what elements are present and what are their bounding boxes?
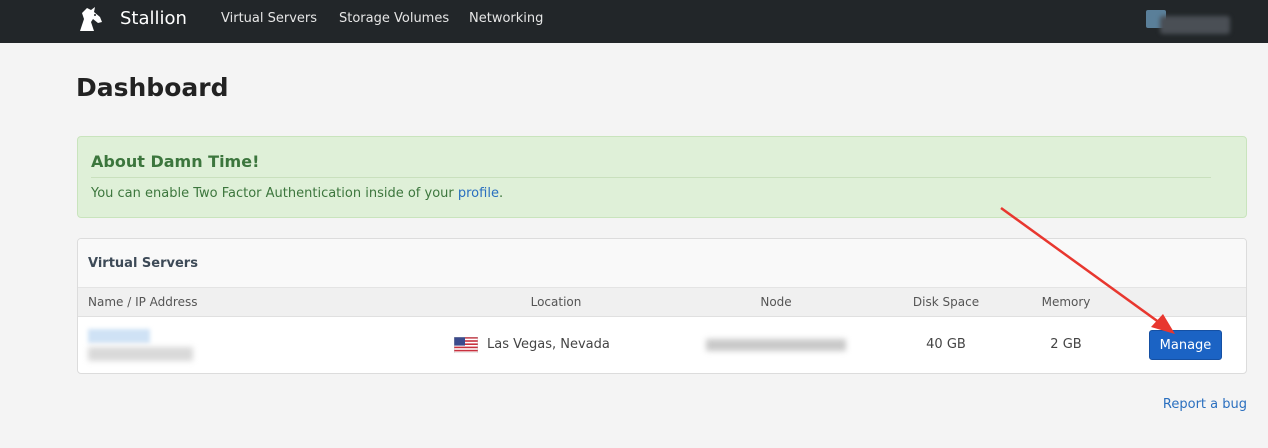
success-alert: About Damn Time! You can enable Two Fact… xyxy=(77,136,1247,218)
table-header: Name / IP Address Location Node Disk Spa… xyxy=(78,288,1246,317)
table-row: Las Vegas, Nevada 40 GB 2 GB Manage xyxy=(78,317,1246,373)
alert-title: About Damn Time! xyxy=(91,152,260,171)
nav-link-virtual-servers[interactable]: Virtual Servers xyxy=(221,11,317,26)
column-header-name: Name / IP Address xyxy=(88,295,198,309)
nav-link-storage-volumes[interactable]: Storage Volumes xyxy=(339,11,449,26)
column-header-disk-space: Disk Space xyxy=(912,295,980,309)
page-title: Dashboard xyxy=(76,73,229,102)
column-header-node: Node xyxy=(760,295,792,309)
server-disk-space: 40 GB xyxy=(926,337,966,352)
profile-link[interactable]: profile xyxy=(458,186,499,201)
alert-message: You can enable Two Factor Authentication… xyxy=(91,186,503,201)
column-header-memory: Memory xyxy=(1041,295,1091,309)
manage-button[interactable]: Manage xyxy=(1149,330,1222,360)
brand-name: Stallion xyxy=(120,8,187,29)
server-location: Las Vegas, Nevada xyxy=(487,337,610,352)
redacted-server-name xyxy=(88,329,150,343)
server-memory: 2 GB xyxy=(1050,337,1082,352)
panel-heading: Virtual Servers xyxy=(78,239,1246,288)
report-bug-link[interactable]: Report a bug xyxy=(1163,397,1247,412)
redacted-node xyxy=(706,339,846,351)
alert-message-text: You can enable Two Factor Authentication… xyxy=(91,186,458,201)
alert-message-end: . xyxy=(498,186,504,201)
panel-title: Virtual Servers xyxy=(88,256,198,271)
nav-link-networking[interactable]: Networking xyxy=(469,11,543,26)
redacted-ip-address xyxy=(88,347,193,361)
virtual-servers-panel: Virtual Servers Name / IP Address Locati… xyxy=(77,238,1247,374)
brand[interactable]: Stallion xyxy=(76,5,187,33)
column-header-location: Location xyxy=(530,295,582,309)
us-flag-icon xyxy=(454,337,478,353)
annotation-arrow xyxy=(1000,206,1175,334)
horse-logo-icon xyxy=(80,7,102,31)
top-navbar: Stallion Virtual Servers Storage Volumes… xyxy=(0,0,1268,43)
user-menu[interactable] xyxy=(1146,10,1230,36)
redacted-username xyxy=(1160,16,1230,34)
alert-divider xyxy=(91,177,1211,178)
